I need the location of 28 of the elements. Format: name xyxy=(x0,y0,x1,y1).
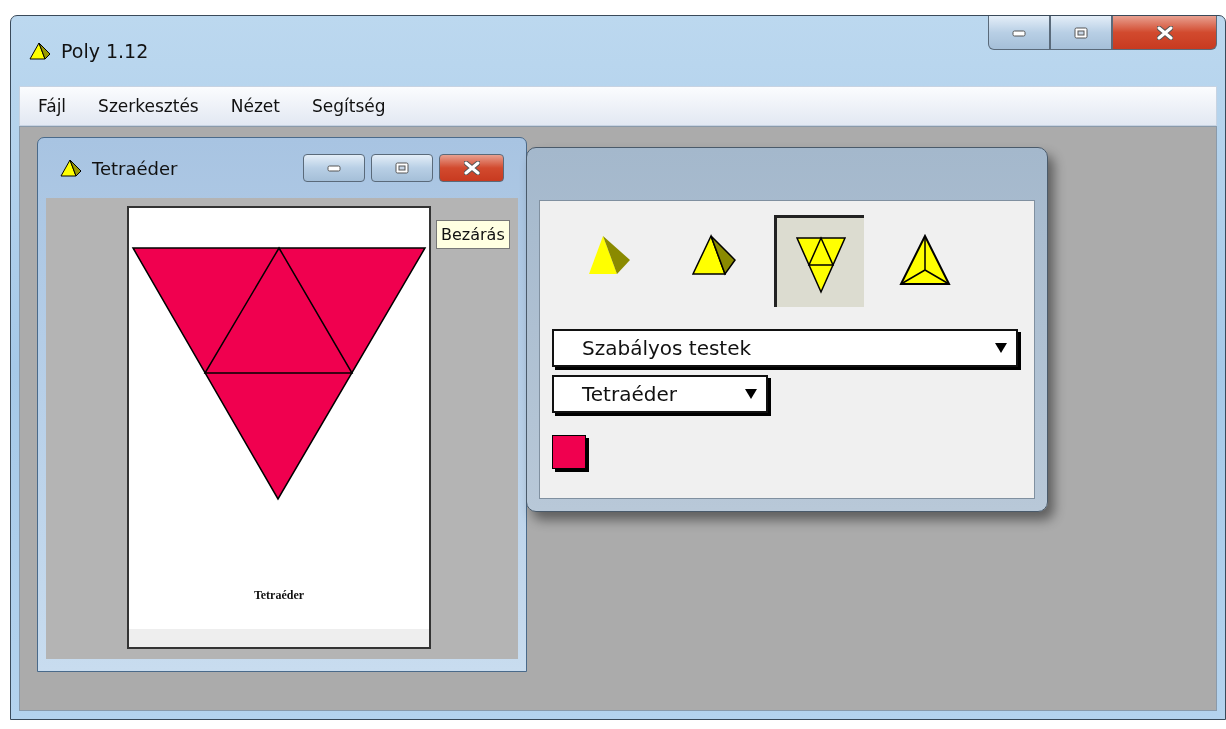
view-button[interactable] xyxy=(774,215,864,307)
menu-item[interactable]: Fájl xyxy=(38,96,67,116)
pyramid-icon xyxy=(29,42,51,60)
dropdown-arrow-icon xyxy=(994,342,1008,354)
minimize-icon xyxy=(1012,28,1026,37)
maximize-icon xyxy=(1074,26,1088,39)
menu-item[interactable]: Szerkesztés xyxy=(98,96,199,116)
tooltip: Bezárás xyxy=(436,220,510,249)
close-button[interactable] xyxy=(439,154,504,182)
window-title: Poly 1.12 xyxy=(61,40,149,62)
maximize-icon xyxy=(395,162,409,174)
caption-text: Tetraéder xyxy=(253,588,305,603)
minimize-icon xyxy=(327,164,341,172)
dropdown[interactable]: Tetraéder xyxy=(552,375,768,413)
pyramid-icon xyxy=(60,159,82,177)
close-button[interactable] xyxy=(1112,16,1217,50)
close-icon xyxy=(463,161,480,175)
menu-item[interactable]: Nézet xyxy=(230,96,280,116)
minimize-button[interactable] xyxy=(303,154,365,182)
menu-item[interactable]: Segítség xyxy=(311,96,386,116)
maximize-button[interactable] xyxy=(1050,16,1112,50)
dropdown-arrow-icon xyxy=(744,388,758,400)
minimize-button[interactable] xyxy=(988,16,1050,50)
color-swatch[interactable] xyxy=(552,435,586,469)
maximize-button[interactable] xyxy=(371,154,433,182)
close-icon xyxy=(1156,25,1173,40)
window-title: Tetraéder xyxy=(92,157,178,179)
dropdown[interactable]: Szabályos testek xyxy=(552,329,1018,367)
